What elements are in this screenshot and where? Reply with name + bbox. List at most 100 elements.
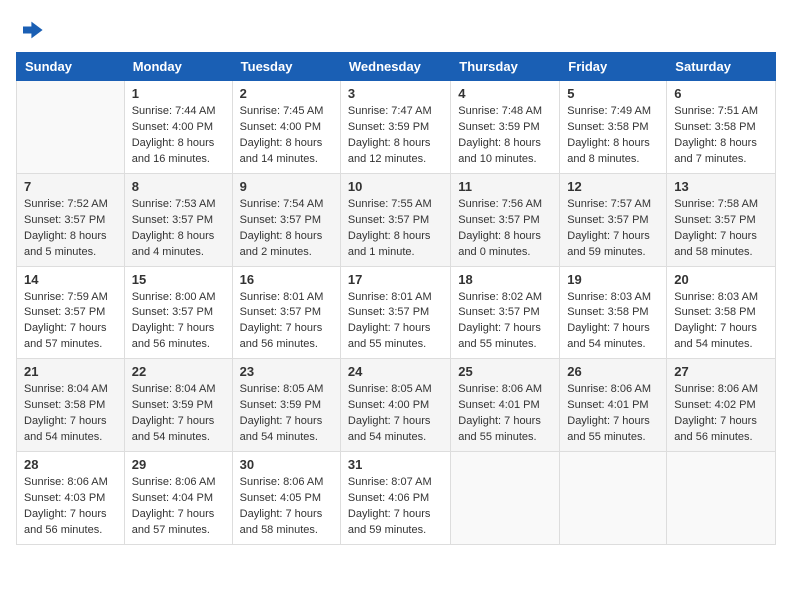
day-number: 15 bbox=[132, 272, 225, 287]
day-number: 28 bbox=[24, 457, 117, 472]
day-info: Sunrise: 7:51 AMSunset: 3:58 PMDaylight:… bbox=[674, 104, 768, 168]
calendar-day-cell: 14 Sunrise: 7:59 AMSunset: 3:57 PMDayligh… bbox=[17, 266, 125, 359]
logo-icon bbox=[16, 16, 44, 44]
calendar-day-cell: 28 Sunrise: 8:06 AMSunset: 4:03 PMDayligh… bbox=[17, 452, 125, 545]
calendar-day-cell: 19 Sunrise: 8:03 AMSunset: 3:58 PMDayligh… bbox=[560, 266, 667, 359]
calendar-day-cell: 20Sunrise: 8:03 AMSunset: 3:58 PMDayligh… bbox=[667, 266, 776, 359]
day-number: 10 bbox=[348, 179, 443, 194]
calendar-day-cell: 11 Sunrise: 7:56 AMSunset: 3:57 PMDayligh… bbox=[451, 173, 560, 266]
calendar-day-cell: 27 Sunrise: 8:06 AMSunset: 4:02 PMDayligh… bbox=[667, 359, 776, 452]
calendar-day-cell: 7 Sunrise: 7:52 AMSunset: 3:57 PMDaylight… bbox=[17, 173, 125, 266]
page-header bbox=[16, 16, 776, 44]
day-info: Sunrise: 8:06 AMSunset: 4:01 PMDaylight:… bbox=[458, 382, 552, 446]
calendar-day-cell: 30 Sunrise: 8:06 AMSunset: 4:05 PMDayligh… bbox=[232, 452, 340, 545]
day-info: Sunrise: 8:06 AMSunset: 4:03 PMDaylight:… bbox=[24, 475, 117, 539]
day-info: Sunrise: 8:06 AMSunset: 4:05 PMDaylight:… bbox=[240, 475, 333, 539]
day-number: 8 bbox=[132, 179, 225, 194]
calendar-day-cell bbox=[451, 452, 560, 545]
calendar-table: SundayMondayTuesdayWednesdayThursdayFrid… bbox=[16, 52, 776, 545]
calendar-day-cell: 26 Sunrise: 8:06 AMSunset: 4:01 PMDayligh… bbox=[560, 359, 667, 452]
day-number: 24 bbox=[348, 364, 443, 379]
calendar-day-cell bbox=[560, 452, 667, 545]
day-number: 11 bbox=[458, 179, 552, 194]
day-info: Sunrise: 7:47 AMSunset: 3:59 PMDaylight:… bbox=[348, 104, 443, 168]
calendar-day-cell: 22 Sunrise: 8:04 AMSunset: 3:59 PMDayligh… bbox=[124, 359, 232, 452]
calendar-day-cell: 17 Sunrise: 8:01 AMSunset: 3:57 PMDayligh… bbox=[340, 266, 450, 359]
day-info: Sunrise: 7:45 AMSunset: 4:00 PMDaylight:… bbox=[240, 104, 333, 168]
day-info: Sunrise: 7:58 AMSunset: 3:57 PMDaylight:… bbox=[674, 197, 768, 261]
day-number: 1 bbox=[132, 86, 225, 101]
calendar-day-cell: 6Sunrise: 7:51 AMSunset: 3:58 PMDaylight… bbox=[667, 81, 776, 174]
day-info: Sunrise: 7:59 AMSunset: 3:57 PMDaylight:… bbox=[24, 290, 117, 354]
day-number: 21 bbox=[24, 364, 117, 379]
day-of-week-header: Monday bbox=[124, 53, 232, 81]
day-info: Sunrise: 8:04 AMSunset: 3:59 PMDaylight:… bbox=[132, 382, 225, 446]
day-number: 29 bbox=[132, 457, 225, 472]
day-info: Sunrise: 7:56 AMSunset: 3:57 PMDaylight:… bbox=[458, 197, 552, 261]
day-number: 25 bbox=[458, 364, 552, 379]
day-info: Sunrise: 8:05 AMSunset: 4:00 PMDaylight:… bbox=[348, 382, 443, 446]
calendar-day-cell bbox=[667, 452, 776, 545]
day-number: 27 bbox=[674, 364, 768, 379]
calendar-day-cell: 15 Sunrise: 8:00 AMSunset: 3:57 PMDayligh… bbox=[124, 266, 232, 359]
day-info: Sunrise: 8:07 AMSunset: 4:06 PMDaylight:… bbox=[348, 475, 443, 539]
day-info: Sunrise: 8:06 AMSunset: 4:04 PMDaylight:… bbox=[132, 475, 225, 539]
calendar-day-cell: 18 Sunrise: 8:02 AMSunset: 3:57 PMDayligh… bbox=[451, 266, 560, 359]
day-number: 2 bbox=[240, 86, 333, 101]
day-number: 26 bbox=[567, 364, 659, 379]
calendar-day-cell: 29 Sunrise: 8:06 AMSunset: 4:04 PMDayligh… bbox=[124, 452, 232, 545]
day-info: Sunrise: 7:49 AMSunset: 3:58 PMDaylight:… bbox=[567, 104, 659, 168]
calendar-header-row: SundayMondayTuesdayWednesdayThursdayFrid… bbox=[17, 53, 776, 81]
day-info: Sunrise: 8:02 AMSunset: 3:57 PMDaylight:… bbox=[458, 290, 552, 354]
day-info: Sunrise: 8:05 AMSunset: 3:59 PMDaylight:… bbox=[240, 382, 333, 446]
day-info: Sunrise: 7:57 AMSunset: 3:57 PMDaylight:… bbox=[567, 197, 659, 261]
day-info: Sunrise: 8:00 AMSunset: 3:57 PMDaylight:… bbox=[132, 290, 225, 354]
day-of-week-header: Friday bbox=[560, 53, 667, 81]
day-of-week-header: Tuesday bbox=[232, 53, 340, 81]
day-number: 3 bbox=[348, 86, 443, 101]
calendar-day-cell: 16Sunrise: 8:01 AMSunset: 3:57 PMDayligh… bbox=[232, 266, 340, 359]
calendar-day-cell: 24 Sunrise: 8:05 AMSunset: 4:00 PMDayligh… bbox=[340, 359, 450, 452]
day-number: 22 bbox=[132, 364, 225, 379]
day-number: 18 bbox=[458, 272, 552, 287]
day-of-week-header: Sunday bbox=[17, 53, 125, 81]
calendar-day-cell: 9Sunrise: 7:54 AMSunset: 3:57 PMDaylight… bbox=[232, 173, 340, 266]
day-number: 14 bbox=[24, 272, 117, 287]
calendar-day-cell: 10Sunrise: 7:55 AMSunset: 3:57 PMDayligh… bbox=[340, 173, 450, 266]
calendar-day-cell: 1 Sunrise: 7:44 AMSunset: 4:00 PMDaylight… bbox=[124, 81, 232, 174]
calendar-week-row: 28 Sunrise: 8:06 AMSunset: 4:03 PMDayligh… bbox=[17, 452, 776, 545]
day-of-week-header: Wednesday bbox=[340, 53, 450, 81]
day-number: 5 bbox=[567, 86, 659, 101]
calendar-day-cell: 23 Sunrise: 8:05 AMSunset: 3:59 PMDayligh… bbox=[232, 359, 340, 452]
day-info: Sunrise: 8:03 AMSunset: 3:58 PMDaylight:… bbox=[674, 290, 768, 354]
day-number: 30 bbox=[240, 457, 333, 472]
calendar-day-cell: 25 Sunrise: 8:06 AMSunset: 4:01 PMDayligh… bbox=[451, 359, 560, 452]
day-info: Sunrise: 8:06 AMSunset: 4:01 PMDaylight:… bbox=[567, 382, 659, 446]
calendar-day-cell: 3 Sunrise: 7:47 AMSunset: 3:59 PMDaylight… bbox=[340, 81, 450, 174]
day-info: Sunrise: 8:04 AMSunset: 3:58 PMDaylight:… bbox=[24, 382, 117, 446]
day-number: 7 bbox=[24, 179, 117, 194]
day-info: Sunrise: 8:01 AMSunset: 3:57 PMDaylight:… bbox=[348, 290, 443, 354]
day-info: Sunrise: 8:03 AMSunset: 3:58 PMDaylight:… bbox=[567, 290, 659, 354]
day-number: 12 bbox=[567, 179, 659, 194]
day-of-week-header: Thursday bbox=[451, 53, 560, 81]
calendar-week-row: 7 Sunrise: 7:52 AMSunset: 3:57 PMDaylight… bbox=[17, 173, 776, 266]
calendar-day-cell: 4Sunrise: 7:48 AMSunset: 3:59 PMDaylight… bbox=[451, 81, 560, 174]
day-of-week-header: Saturday bbox=[667, 53, 776, 81]
day-info: Sunrise: 8:06 AMSunset: 4:02 PMDaylight:… bbox=[674, 382, 768, 446]
day-number: 4 bbox=[458, 86, 552, 101]
day-number: 13 bbox=[674, 179, 768, 194]
calendar-day-cell: 21 Sunrise: 8:04 AMSunset: 3:58 PMDayligh… bbox=[17, 359, 125, 452]
calendar-day-cell: 13 Sunrise: 7:58 AMSunset: 3:57 PMDayligh… bbox=[667, 173, 776, 266]
calendar-week-row: 14 Sunrise: 7:59 AMSunset: 3:57 PMDayligh… bbox=[17, 266, 776, 359]
day-number: 17 bbox=[348, 272, 443, 287]
logo bbox=[16, 16, 48, 44]
day-info: Sunrise: 7:54 AMSunset: 3:57 PMDaylight:… bbox=[240, 197, 333, 261]
calendar-day-cell: 5 Sunrise: 7:49 AMSunset: 3:58 PMDaylight… bbox=[560, 81, 667, 174]
calendar-week-row: 1 Sunrise: 7:44 AMSunset: 4:00 PMDaylight… bbox=[17, 81, 776, 174]
day-info: Sunrise: 7:44 AMSunset: 4:00 PMDaylight:… bbox=[132, 104, 225, 168]
day-number: 23 bbox=[240, 364, 333, 379]
day-info: Sunrise: 7:52 AMSunset: 3:57 PMDaylight:… bbox=[24, 197, 117, 261]
day-number: 19 bbox=[567, 272, 659, 287]
day-info: Sunrise: 8:01 AMSunset: 3:57 PMDaylight:… bbox=[240, 290, 333, 354]
